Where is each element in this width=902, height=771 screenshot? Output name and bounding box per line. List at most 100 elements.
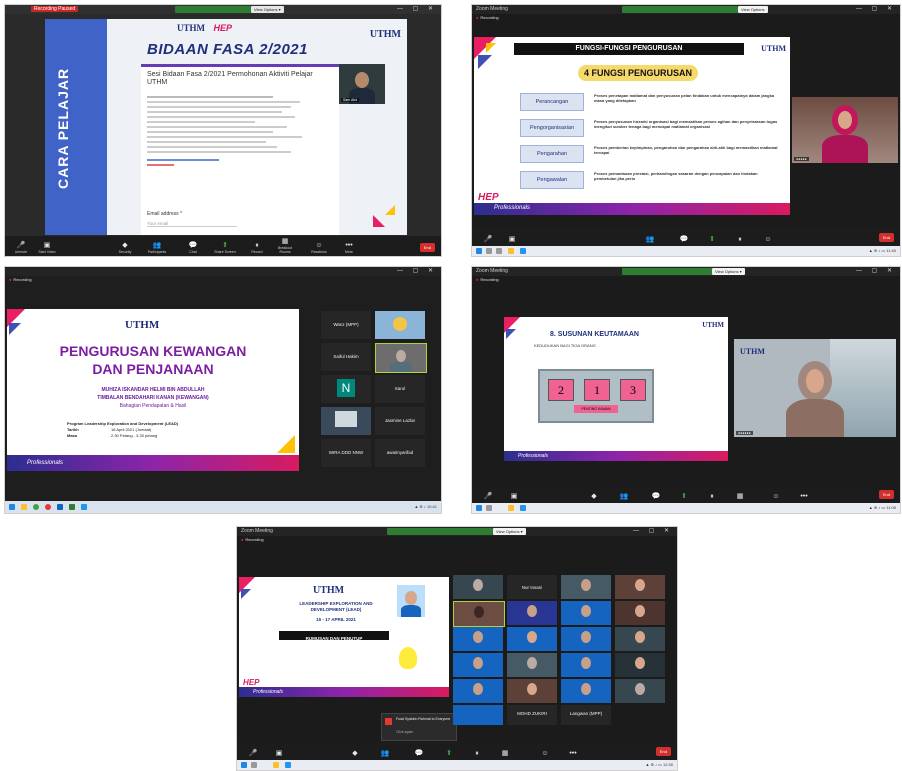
security-button[interactable]: ◆ [343, 750, 367, 758]
participant-tile[interactable] [453, 653, 503, 677]
participant-tile[interactable]: awaimyarifad [375, 439, 425, 467]
screen-share-banner[interactable] [175, 6, 251, 13]
zoom-app-icon[interactable] [285, 762, 291, 768]
window-controls[interactable]: — ▢ ✕ [633, 527, 673, 534]
participant-tile[interactable]: MOHD ZUKIRI [507, 705, 557, 725]
participant-tile[interactable]: N [321, 375, 371, 403]
participant-tile[interactable] [561, 679, 611, 703]
chrome-icon[interactable] [508, 505, 514, 511]
screen-share-banner[interactable] [387, 528, 493, 535]
participant-tile[interactable] [453, 575, 503, 599]
chat-button[interactable]: 💬 [672, 236, 696, 244]
participant-tile[interactable] [453, 627, 503, 651]
more-button[interactable]: ••• [792, 493, 816, 501]
participants-button[interactable]: 👥 Participants [145, 242, 169, 254]
reactions-button[interactable]: ☺ Reactions [307, 242, 331, 254]
chrome-icon[interactable] [273, 762, 279, 768]
reactions-button[interactable]: ☺ [764, 493, 788, 501]
participant-tile[interactable] [561, 627, 611, 651]
unmute-button[interactable]: 🎤 [241, 750, 265, 758]
view-options-button[interactable]: View Options ▾ [251, 6, 284, 13]
start-video-button[interactable]: ▣ Start Video [35, 242, 59, 254]
end-button[interactable]: End [655, 747, 671, 756]
participant-tile[interactable]: Wanz (MPP) [321, 311, 371, 339]
windows-start-icon[interactable] [9, 504, 15, 510]
participant-tile[interactable] [615, 679, 665, 703]
chrome-icon[interactable] [33, 504, 39, 510]
security-button[interactable]: ◆ Security [113, 242, 137, 254]
window-controls[interactable]: — ▢ ✕ [856, 5, 896, 12]
participant-tile[interactable] [615, 575, 665, 599]
reactions-button[interactable]: ☺ [533, 750, 557, 758]
record-button[interactable]: ⏸ Record [245, 242, 269, 254]
screen-share-banner[interactable] [622, 268, 712, 275]
participants-button[interactable]: 👥 [638, 236, 662, 244]
start-video-button[interactable]: ▣ [500, 236, 524, 244]
participant-tile[interactable] [507, 679, 557, 703]
record-button[interactable]: ⏸ [728, 236, 752, 244]
view-options-button[interactable]: View Options ▾ [493, 528, 526, 535]
chat-button[interactable]: 💬 [644, 493, 668, 501]
breakout-rooms-button[interactable]: ▦ [493, 750, 517, 758]
share-screen-button[interactable]: ⬆ [437, 750, 461, 758]
excel-icon[interactable] [69, 504, 75, 510]
participant-tile-active[interactable] [375, 343, 427, 373]
start-video-button[interactable]: ▣ [267, 750, 291, 758]
windows-start-icon[interactable] [476, 505, 482, 511]
participant-tile[interactable] [375, 311, 425, 339]
security-button[interactable]: ◆ [582, 493, 606, 501]
participant-tile[interactable] [615, 653, 665, 677]
search-icon[interactable] [486, 248, 492, 254]
chat-notification[interactable]: Fuad Syakirin Rahmat to Everyone Click a… [381, 713, 457, 741]
search-icon[interactable] [486, 505, 492, 511]
participants-button[interactable]: 👥 [612, 493, 636, 501]
participants-button[interactable]: 👥 [373, 750, 397, 758]
window-controls[interactable]: — ▢ ✕ [397, 5, 437, 12]
speaker-video[interactable]: Sam Abd [339, 64, 385, 104]
recording-paused-button[interactable]: Recording Paused [31, 6, 79, 12]
chat-button[interactable]: 💬 Chat [181, 242, 205, 254]
participant-tile[interactable]: Jasmine Lazlar [375, 407, 425, 435]
participant-tile[interactable] [507, 653, 557, 677]
end-button[interactable]: End [419, 243, 435, 252]
zoom-app-icon[interactable] [520, 248, 526, 254]
record-button[interactable]: ⏸ [465, 750, 489, 758]
participant-tile[interactable] [507, 601, 557, 625]
zoom-app-icon[interactable] [520, 505, 526, 511]
zoom-app-icon[interactable] [81, 504, 87, 510]
windows-start-icon[interactable] [476, 248, 482, 254]
breakout-rooms-button[interactable]: ▦ Breakout Rooms [273, 238, 297, 254]
opera-icon[interactable] [45, 504, 51, 510]
explorer-icon[interactable] [21, 504, 27, 510]
participant-tile[interactable] [453, 705, 503, 725]
participant-tile-active[interactable] [453, 601, 505, 627]
presenter-video[interactable]: ●●●●● [792, 97, 898, 163]
participant-tile[interactable] [615, 601, 665, 625]
chrome-icon[interactable] [508, 248, 514, 254]
breakout-rooms-button[interactable]: ▦ [728, 493, 752, 501]
view-options-button[interactable]: View Options ▾ [712, 268, 745, 275]
view-options-button[interactable]: View Options [738, 6, 768, 13]
share-screen-button[interactable]: ⬆ [672, 493, 696, 501]
taskview-icon[interactable] [496, 248, 502, 254]
word-icon[interactable] [57, 504, 63, 510]
participant-tile[interactable] [453, 679, 503, 703]
window-controls[interactable]: — ▢ ✕ [397, 267, 437, 274]
end-button[interactable]: End [878, 233, 894, 242]
participant-tile[interactable]: Saiful Hakim [321, 343, 371, 371]
participant-tile[interactable] [561, 601, 611, 625]
presenter-video[interactable]: UTHM ●●●●●● [734, 339, 896, 437]
chat-button[interactable]: 💬 [407, 750, 431, 758]
email-input[interactable]: Your email [147, 221, 237, 227]
more-button[interactable]: ••• [561, 750, 585, 758]
participant-tile[interactable] [561, 575, 611, 599]
windows-start-icon[interactable] [241, 762, 247, 768]
reactions-button[interactable]: ☺ [756, 236, 780, 244]
participant-tile[interactable] [507, 627, 557, 651]
start-video-button[interactable]: ▣ [502, 493, 526, 501]
screen-share-banner[interactable] [622, 6, 738, 13]
participant-tile[interactable]: Nur Insani [507, 575, 557, 599]
unmute-button[interactable]: 🎤 Unmute [9, 242, 33, 254]
share-screen-button[interactable]: ⬆ [700, 236, 724, 244]
participant-tile[interactable] [561, 653, 611, 677]
